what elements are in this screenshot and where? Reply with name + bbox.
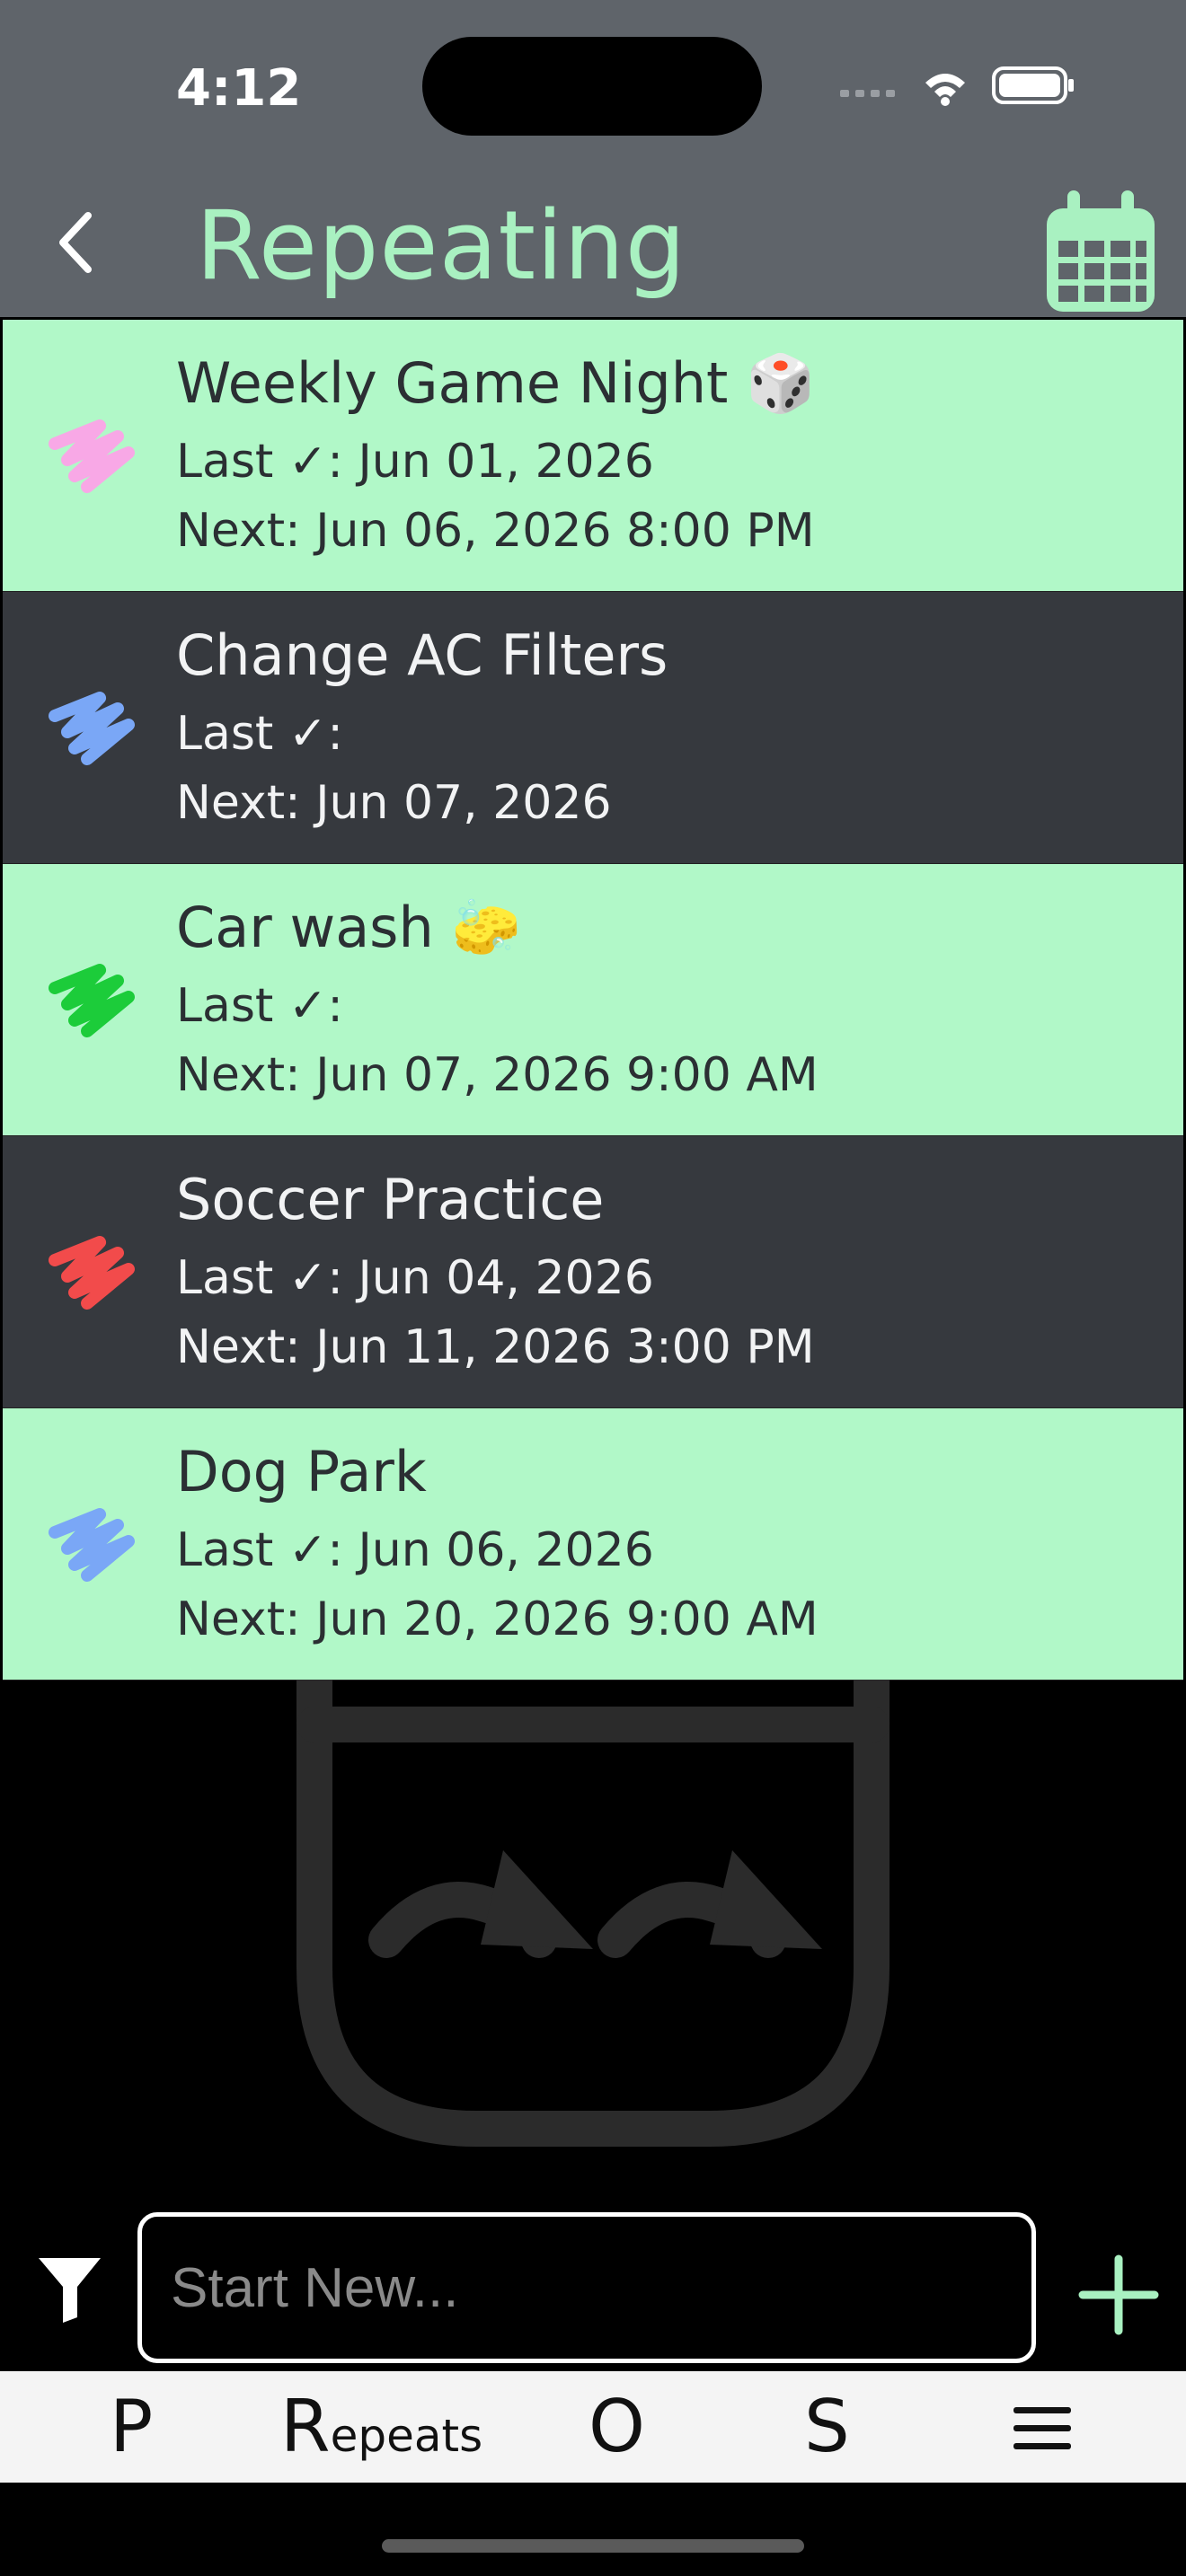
tab-o-label: O xyxy=(589,2385,645,2468)
item-next-due: Next: Jun 20, 2026 9:00 AM xyxy=(176,1592,819,1646)
battery-icon xyxy=(992,66,1074,104)
list-item[interactable]: Change AC Filters Last ✓: Next: Jun 07, … xyxy=(3,592,1183,864)
item-next-due: Next: Jun 06, 2026 8:00 PM xyxy=(176,504,815,558)
page-title: Repeating xyxy=(196,190,687,301)
back-chevron-icon[interactable] xyxy=(45,202,108,283)
item-next-due: Next: Jun 11, 2026 3:00 PM xyxy=(176,1320,815,1374)
repeat-watermark-icon xyxy=(296,1680,890,2147)
top-bar: 4:12 Repeating xyxy=(0,0,1186,317)
color-scribble-icon xyxy=(49,419,135,493)
wifi-icon xyxy=(925,74,965,106)
item-next-due: Next: Jun 07, 2026 9:00 AM xyxy=(176,1048,819,1102)
bottom-tab-bar: P Repeats O S xyxy=(0,2371,1186,2483)
item-title: Car wash 🧽 xyxy=(176,895,521,960)
status-icons xyxy=(840,66,1074,106)
list-item[interactable]: Soccer Practice Last ✓: Jun 04, 2026 Nex… xyxy=(3,1136,1183,1408)
start-new-input[interactable] xyxy=(137,2212,1036,2363)
item-title: Change AC Filters xyxy=(176,622,668,688)
item-title: Dog Park xyxy=(176,1439,427,1504)
repeating-list: Weekly Game Night 🎲 Last ✓: Jun 01, 2026… xyxy=(3,320,1183,1681)
filter-icon[interactable] xyxy=(36,2253,103,2325)
item-last-done: Last ✓: Jun 04, 2026 xyxy=(176,1251,654,1305)
add-icon[interactable] xyxy=(1078,2254,1159,2335)
list-item[interactable]: Weekly Game Night 🎲 Last ✓: Jun 01, 2026… xyxy=(3,320,1183,592)
cellular-signal-icon xyxy=(840,90,895,97)
item-next-due: Next: Jun 07, 2026 xyxy=(176,776,612,830)
status-time: 4:12 xyxy=(176,59,302,118)
tab-s[interactable]: S xyxy=(804,2371,850,2483)
tab-p-label: P xyxy=(110,2385,154,2468)
tab-repeats[interactable]: Repeats xyxy=(280,2371,482,2483)
tab-o[interactable]: O xyxy=(589,2371,645,2483)
hamburger-menu-icon[interactable] xyxy=(1013,2405,1071,2452)
list-item[interactable]: Dog Park Last ✓: Jun 06, 2026 Next: Jun … xyxy=(3,1408,1183,1681)
tab-r-label: epeats xyxy=(330,2410,483,2462)
item-last-done: Last ✓: xyxy=(176,979,343,1033)
item-title: Weekly Game Night 🎲 xyxy=(176,350,816,416)
color-scribble-icon xyxy=(49,1236,135,1310)
tab-s-label: S xyxy=(804,2385,850,2468)
tab-p[interactable]: P xyxy=(110,2371,153,2483)
item-title: Soccer Practice xyxy=(176,1167,605,1232)
dynamic-island xyxy=(422,37,762,136)
tab-r-initial: R xyxy=(280,2385,331,2468)
item-last-done: Last ✓: Jun 01, 2026 xyxy=(176,435,654,489)
item-last-done: Last ✓: Jun 06, 2026 xyxy=(176,1523,654,1577)
color-scribble-icon xyxy=(49,692,135,765)
list-item[interactable]: Car wash 🧽 Last ✓: Next: Jun 07, 2026 9:… xyxy=(3,864,1183,1136)
calendar-icon[interactable] xyxy=(1042,189,1159,314)
home-indicator xyxy=(382,2539,804,2553)
color-scribble-icon xyxy=(49,1508,135,1582)
color-scribble-icon xyxy=(49,964,135,1037)
item-last-done: Last ✓: xyxy=(176,707,343,761)
